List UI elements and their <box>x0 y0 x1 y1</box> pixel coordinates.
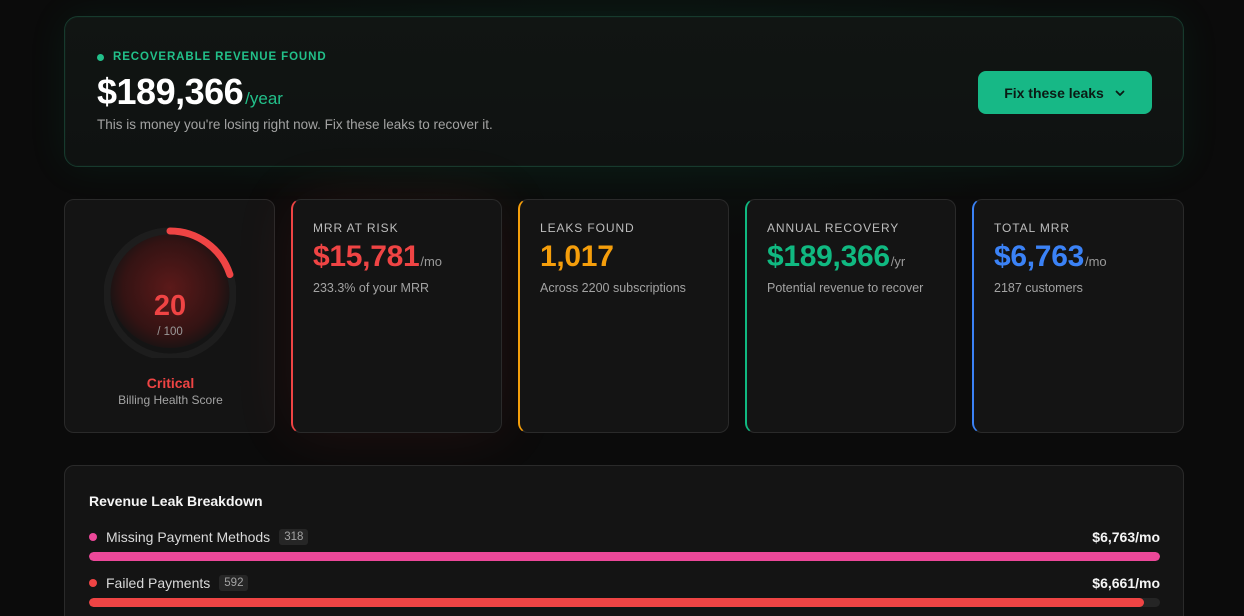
leaks-found-card: LEAKS FOUND 1,017 Across 2200 subscripti… <box>518 199 729 433</box>
leak-bar-fill <box>89 598 1144 607</box>
stat-number: 1,017 <box>540 240 614 273</box>
leak-bar-fill <box>89 552 1160 561</box>
stat-value: $189,366 /yr <box>767 240 905 274</box>
billing-health-score-card: 20 / 100 Critical Billing Health Score <box>64 199 275 433</box>
health-score-gauge: 20 / 100 <box>104 220 236 358</box>
total-mrr-card: TOTAL MRR $6,763 /mo 2187 customers <box>972 199 1184 433</box>
leak-color-dot <box>89 533 97 541</box>
stat-value: $6,763 /mo <box>994 240 1107 274</box>
banner-subtitle: This is money you're losing right now. F… <box>97 117 493 132</box>
stat-subtext: 233.3% of your MRR <box>313 281 430 295</box>
stat-number: $189,366 <box>767 240 890 273</box>
mrr-at-risk-card: MRR AT RISK $15,781 /mo 233.3% of your M… <box>291 199 502 433</box>
leak-bar-track <box>89 552 1160 561</box>
stat-subtext: 2187 customers <box>994 281 1083 295</box>
banner-eyebrow: RECOVERABLE REVENUE FOUND <box>97 51 327 63</box>
leak-count-badge: 318 <box>279 529 309 545</box>
leak-color-dot <box>89 579 97 587</box>
stat-label: ANNUAL RECOVERY <box>767 221 900 235</box>
status-dot <box>97 53 104 61</box>
health-score-max: / 100 <box>157 326 183 338</box>
stat-label: LEAKS FOUND <box>540 221 635 235</box>
leak-row-header: Missing Payment Methods 318 $6,763/mo <box>89 527 1160 547</box>
leak-row-header: Failed Payments 592 $6,661/mo <box>89 573 1160 593</box>
fix-leaks-button-label: Fix these leaks <box>1004 84 1104 101</box>
stat-label: MRR AT RISK <box>313 221 399 235</box>
chevron-down-icon <box>1115 90 1125 96</box>
revenue-leak-breakdown-panel: Revenue Leak Breakdown Missing Payment M… <box>64 465 1184 616</box>
recoverable-amount-value: $189,366 <box>97 71 244 112</box>
annual-recovery-card: ANNUAL RECOVERY $189,366 /yr Potential r… <box>745 199 956 433</box>
stat-subtext: Potential revenue to recover <box>767 281 924 295</box>
stat-value: $15,781 /mo <box>313 240 442 274</box>
stat-suffix: /mo <box>1084 254 1107 269</box>
health-score-value: 20 <box>153 290 187 322</box>
leak-amount: $6,763/mo <box>1092 529 1160 545</box>
stat-value: 1,017 <box>540 240 615 274</box>
stat-suffix: /mo <box>420 254 443 269</box>
leak-count-badge: 592 <box>219 575 249 591</box>
breakdown-title: Revenue Leak Breakdown <box>89 493 263 509</box>
recoverable-revenue-banner: RECOVERABLE REVENUE FOUND $189,366 /year… <box>64 16 1184 167</box>
banner-eyebrow-text: RECOVERABLE REVENUE FOUND <box>113 51 327 63</box>
recoverable-amount: $189,366 /year <box>97 71 283 113</box>
health-status-label: Critical <box>146 375 195 391</box>
leak-name: Missing Payment Methods <box>106 529 271 545</box>
fix-leaks-button[interactable]: Fix these leaks <box>978 71 1152 114</box>
leak-row-failed-payments[interactable]: Failed Payments 592 $6,661/mo <box>89 573 1160 613</box>
recoverable-amount-unit: /year <box>245 89 283 108</box>
leak-name: Failed Payments <box>106 575 211 591</box>
stat-label: TOTAL MRR <box>994 221 1070 235</box>
leak-amount: $6,661/mo <box>1092 575 1160 591</box>
stat-number: $6,763 <box>994 240 1084 273</box>
health-score-caption: Billing Health Score <box>118 393 223 407</box>
leak-row-missing-payment-methods[interactable]: Missing Payment Methods 318 $6,763/mo <box>89 527 1160 567</box>
stat-number: $15,781 <box>313 240 420 273</box>
stat-suffix: /yr <box>890 254 906 269</box>
stat-subtext: Across 2200 subscriptions <box>540 281 686 295</box>
leak-bar-track <box>89 598 1160 607</box>
